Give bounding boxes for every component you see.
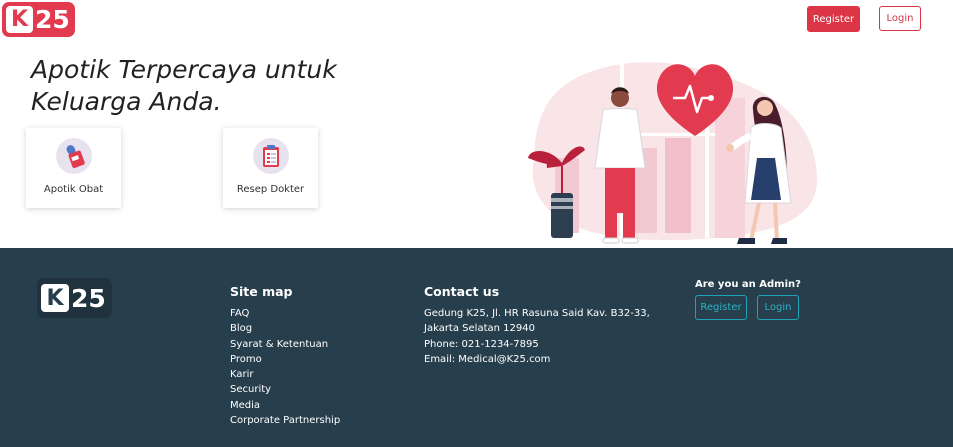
sitemap-link-faq[interactable]: FAQ (230, 306, 340, 321)
admin-section: Are you an Admin? Register Login (695, 279, 801, 320)
admin-login-button[interactable]: Login (757, 295, 799, 320)
card-resep-dokter[interactable]: Resep Dokter (223, 128, 318, 208)
sitemap-link-terms[interactable]: Syarat & Ketentuan (230, 337, 340, 352)
contact-phone: Phone: 021-1234-7895 (424, 338, 539, 350)
contact-email: Email: Medical@K25.com (424, 353, 551, 365)
admin-register-button[interactable]: Register (695, 295, 747, 320)
footer-logo[interactable]: K 25 (37, 278, 112, 318)
sitemap-link-corporate-partnership[interactable]: Corporate Partnership (230, 413, 340, 428)
admin-question: Are you an Admin? (695, 279, 801, 290)
sitemap-title: Site map (230, 284, 293, 299)
doctors-illustration (528, 48, 818, 244)
card-label: Resep Dokter (236, 184, 305, 195)
logo-k-box: K (6, 6, 33, 33)
sitemap-column: Site map FAQ Blog Syarat & Ketentuan Pro… (230, 284, 340, 428)
sitemap-link-security[interactable]: Security (230, 382, 340, 397)
card-label: Apotik Obat (43, 184, 104, 195)
sitemap-link-blog[interactable]: Blog (230, 321, 340, 336)
hero-section: K 25 Register Login Apotik Terpercaya un… (0, 0, 953, 248)
contact-column: Contact us Gedung K25, Jl. HR Rasuna Sai… (424, 284, 654, 367)
card-apotik-obat[interactable]: Apotik Obat (26, 128, 121, 208)
sitemap-link-promo[interactable]: Promo (230, 352, 340, 367)
prescription-clipboard-icon (252, 138, 289, 174)
logo-number: 25 (35, 5, 70, 34)
footer: K 25 Site map FAQ Blog Syarat & Ketentua… (0, 248, 953, 447)
hero-title: Apotik Terpercaya untuk Keluarga Anda. (31, 55, 337, 116)
sitemap-link-media[interactable]: Media (230, 398, 340, 413)
logo-number: 25 (71, 283, 106, 313)
contact-address-line-1: Gedung K25, Jl. HR Rasuna Said Kav. B32-… (424, 308, 650, 319)
register-button[interactable]: Register (807, 6, 860, 32)
medicine-icon (55, 138, 92, 174)
sitemap-link-karir[interactable]: Karir (230, 367, 340, 382)
contact-title: Contact us (424, 284, 500, 299)
brand-logo[interactable]: K 25 (2, 2, 75, 37)
contact-address-line-2: Jakarta Selatan 12940 (424, 323, 535, 335)
logo-k-box: K (41, 284, 69, 312)
login-button[interactable]: Login (879, 6, 921, 31)
